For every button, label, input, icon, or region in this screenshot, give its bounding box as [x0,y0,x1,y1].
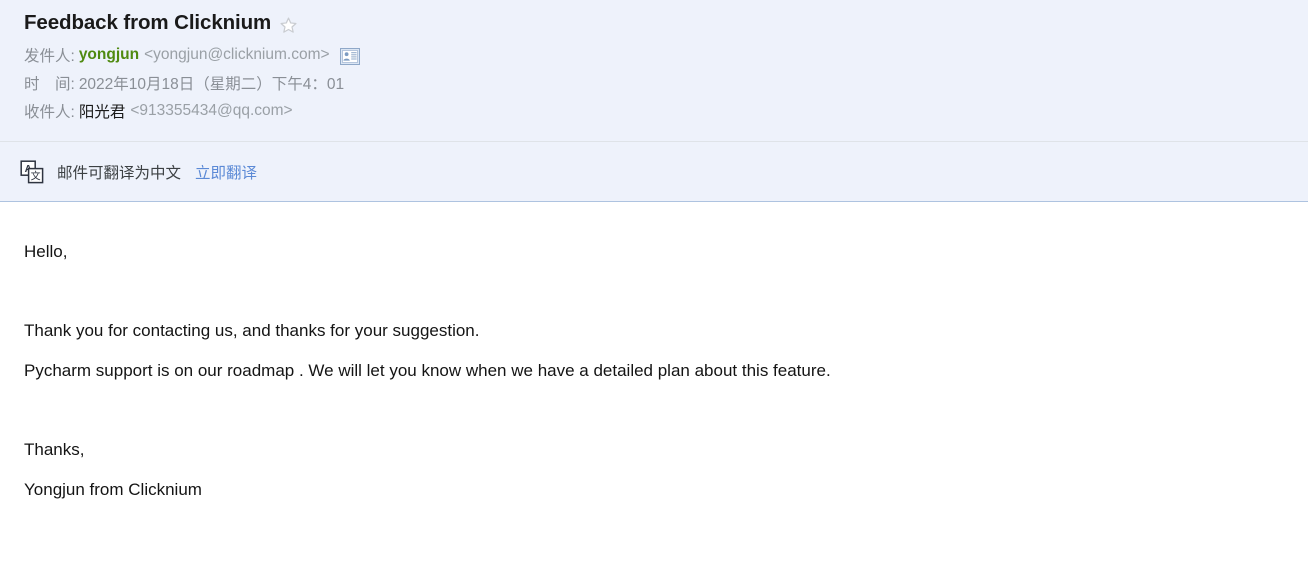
body-line: Hello, [24,242,68,261]
body-line: Thanks, [24,440,85,459]
mail-viewer: Feedback from Clicknium 发件人: yongjun <yo… [0,0,1308,577]
recipient-name[interactable]: 阳光君 [79,100,126,122]
translate-bar: A 文 邮件可翻译为中文 立即翻译 [0,142,1308,202]
body-line: Thank you for contacting us, and thanks … [24,321,480,340]
date-value: 2022年10月18日（星期二）下午4：01 [78,76,345,93]
mail-header-meta: Feedback from Clicknium 发件人: yongjun <yo… [0,0,1308,142]
translate-notice: 邮件可翻译为中文 [57,164,182,182]
star-outline-icon[interactable] [278,15,298,35]
date-label: 时 间: [24,76,75,93]
contact-card-icon[interactable] [339,47,360,65]
translate-icon: A 文 [19,159,45,185]
body-top-spacer [24,202,1308,232]
subject-row: Feedback from Clicknium [24,8,1308,38]
to-label: 收件人: [24,104,75,121]
mail-header: Feedback from Clicknium 发件人: yongjun <yo… [0,0,1308,202]
recipient-address[interactable]: <913355434@qq.com> [130,102,292,120]
sender-address[interactable]: <yongjun@clicknium.com> [144,46,329,64]
mail-to-row: 收件人: 阳光君 <913355434@qq.com> [24,97,1308,125]
mail-body: Hello, Thank you for contacting us, and … [0,202,1308,576]
translate-now-link[interactable]: 立即翻译 [195,161,257,183]
body-line: Pycharm support is on our roadmap . We w… [24,361,831,380]
mail-from-row: 发件人: yongjun <yongjun@clicknium.com> [24,41,1308,69]
body-line-blank [24,391,1308,430]
mail-subject: Feedback from Clicknium [24,11,272,34]
mail-date-row: 时 间: 2022年10月18日（星期二）下午4：01 [24,69,1308,97]
svg-text:文: 文 [31,169,41,182]
body-line-blank [24,272,1308,311]
body-line: Yongjun from Clicknium [24,480,202,499]
from-label: 发件人: [24,48,75,65]
sender-name[interactable]: yongjun [79,46,139,64]
